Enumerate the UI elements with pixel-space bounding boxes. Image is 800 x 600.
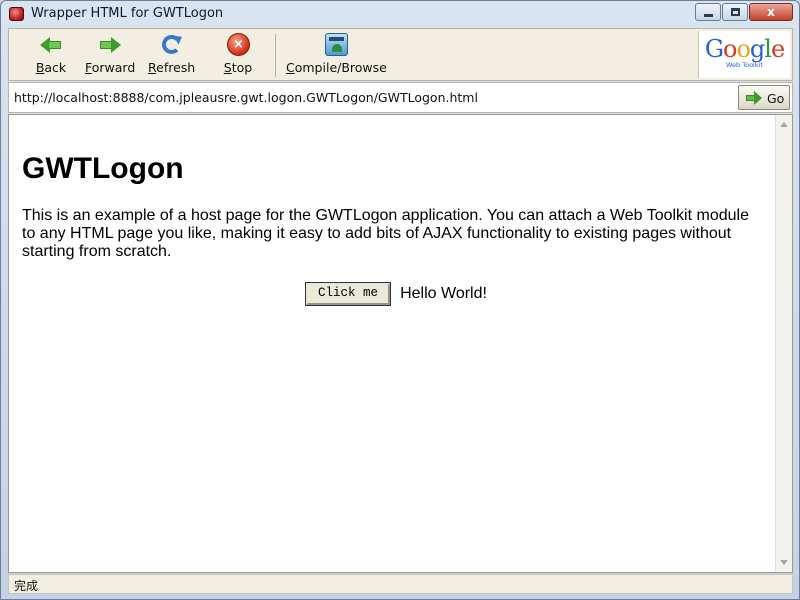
status-text: 完成 bbox=[14, 579, 39, 593]
page-content: GWTLogon This is an example of a host pa… bbox=[8, 114, 793, 573]
forward-arrow-icon bbox=[98, 33, 122, 57]
stop-button[interactable]: × Stop bbox=[222, 33, 254, 79]
go-button[interactable]: Go bbox=[738, 85, 790, 110]
refresh-icon bbox=[159, 32, 185, 57]
hello-world-label: Hello World! bbox=[400, 285, 487, 302]
stop-icon: × bbox=[226, 33, 250, 57]
back-arrow-icon bbox=[39, 33, 63, 57]
go-arrow-icon bbox=[746, 91, 762, 105]
refresh-button[interactable]: Refresh bbox=[148, 32, 196, 79]
vertical-scrollbar[interactable] bbox=[775, 115, 792, 572]
title-bar: Wrapper HTML for GWTLogon x bbox=[1, 1, 799, 27]
toolbar: Back Forward Refresh × Stop Compile/Brow… bbox=[8, 28, 793, 81]
url-input[interactable]: http://localhost:8888/com.jpleausre.gwt.… bbox=[14, 90, 478, 105]
page-heading: GWTLogon bbox=[22, 152, 184, 185]
forward-label: Forward bbox=[85, 60, 136, 75]
back-label: Back bbox=[35, 60, 67, 75]
close-icon: x bbox=[767, 5, 775, 19]
compile-browse-label: Compile/Browse bbox=[286, 60, 387, 75]
minimize-icon bbox=[704, 14, 713, 17]
refresh-label: Refresh bbox=[148, 60, 196, 75]
compile-browse-icon bbox=[324, 33, 348, 57]
page-description: This is an example of a host page for th… bbox=[22, 207, 749, 260]
compile-browse-button[interactable]: Compile/Browse bbox=[286, 33, 387, 79]
close-button[interactable]: x bbox=[749, 3, 793, 21]
address-bar: http://localhost:8888/com.jpleausre.gwt.… bbox=[8, 82, 793, 113]
browser-window: Wrapper HTML for GWTLogon x Back Forward… bbox=[0, 0, 800, 600]
stop-label: Stop bbox=[223, 60, 253, 75]
maximize-icon bbox=[731, 8, 740, 16]
status-bar: 完成 bbox=[8, 574, 793, 594]
go-label: Go bbox=[767, 91, 785, 106]
scroll-down-icon[interactable] bbox=[780, 560, 788, 565]
forward-button[interactable]: Forward bbox=[85, 33, 135, 79]
demo-row: Click me Hello World! bbox=[306, 283, 487, 307]
google-web-toolkit-logo: Google Web Toolkit bbox=[698, 31, 790, 78]
app-icon bbox=[9, 7, 24, 21]
minimize-button[interactable] bbox=[695, 3, 721, 21]
window-controls: x bbox=[694, 3, 793, 21]
back-button[interactable]: Back bbox=[35, 33, 67, 79]
click-me-button[interactable]: Click me bbox=[306, 283, 390, 305]
toolbar-separator bbox=[275, 34, 276, 77]
maximize-button[interactable] bbox=[722, 3, 748, 21]
scroll-up-icon[interactable] bbox=[780, 122, 788, 127]
window-title: Wrapper HTML for GWTLogon bbox=[31, 6, 224, 21]
